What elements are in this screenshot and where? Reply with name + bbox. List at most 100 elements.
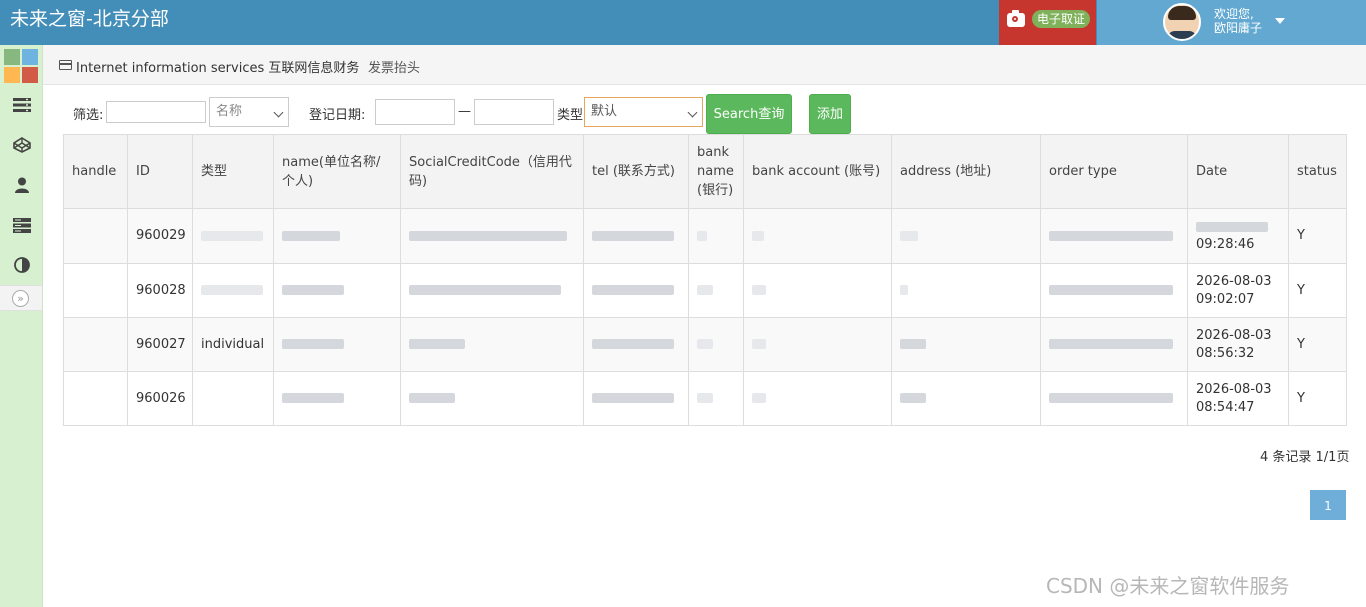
- type-select[interactable]: 默认: [584, 97, 703, 127]
- double-chevron-right-icon: »: [12, 290, 29, 307]
- tel-cell: [583, 317, 689, 372]
- user-greeting: 欢迎您, 欧阳庸子: [1214, 7, 1262, 35]
- sidebar-collapse-toggle[interactable]: »: [0, 285, 42, 311]
- column-header[interactable]: address (地址): [891, 134, 1041, 209]
- handle-cell[interactable]: [63, 263, 128, 318]
- bank-account-cell: [743, 208, 892, 264]
- greeting-text: 欢迎您,: [1214, 7, 1254, 21]
- date-cell: 2026-08-03 08:56:32: [1187, 317, 1289, 372]
- keyword-input[interactable]: [106, 101, 206, 123]
- breadcrumb-root[interactable]: Internet information services 互联网信息财务: [76, 57, 359, 76]
- sidebar-item-storage[interactable]: [0, 205, 43, 245]
- sidebar-item-contrast[interactable]: [0, 245, 43, 285]
- bank-name-cell: [688, 317, 744, 372]
- credit-code-cell: [400, 208, 584, 264]
- user-icon: [15, 177, 29, 193]
- table-row[interactable]: 960026 2026-08-03 08:54:47 Y: [63, 371, 1347, 426]
- search-button[interactable]: Search查询: [706, 94, 792, 134]
- credit-code-cell: [400, 371, 584, 426]
- evidence-button[interactable]: 电子取证: [999, 0, 1096, 45]
- chevron-down-icon: [273, 107, 284, 118]
- address-cell: [891, 317, 1041, 372]
- chevron-right-icon: ›: [353, 57, 359, 72]
- order-type-cell: [1040, 263, 1188, 318]
- evidence-badge: 电子取证: [1032, 10, 1091, 28]
- date-cell: 2026-08-03 09:02:07: [1187, 263, 1289, 318]
- table-header-row: handle ID 类型 name(单位名称/个人) SocialCreditC…: [63, 134, 1347, 209]
- user-name: 欧阳庸子: [1214, 21, 1263, 35]
- date-label: 登记日期:: [309, 108, 366, 123]
- column-header[interactable]: ID: [127, 134, 193, 209]
- column-header[interactable]: handle: [63, 134, 128, 209]
- address-cell: [891, 208, 1041, 264]
- sidebar: »: [0, 45, 43, 607]
- camera-icon: [1007, 10, 1025, 27]
- chevron-down-icon: [687, 107, 698, 118]
- invoice-title-table: handle ID 类型 name(单位名称/个人) SocialCreditC…: [63, 134, 1347, 426]
- status-cell: Y: [1288, 371, 1347, 426]
- name-cell: [273, 371, 401, 426]
- date-to-input[interactable]: [474, 99, 554, 125]
- table-row[interactable]: 960027 individual 2026-08-03 08:56:32 Y: [63, 317, 1347, 372]
- tel-cell: [583, 371, 689, 426]
- type-select-value: 默认: [591, 104, 618, 119]
- date-cell: 09:28:46: [1187, 208, 1289, 264]
- grid-logo-icon[interactable]: [4, 49, 38, 83]
- order-type-cell: [1040, 208, 1188, 264]
- credit-code-cell: [400, 263, 584, 318]
- filter-label: 筛选:: [73, 108, 104, 123]
- user-menu[interactable]: 欢迎您, 欧阳庸子: [1097, 0, 1366, 45]
- id-cell: 960026: [127, 371, 193, 426]
- date-cell: 2026-08-03 08:54:47: [1187, 371, 1289, 426]
- address-cell: [891, 371, 1041, 426]
- column-header[interactable]: SocialCreditCode（信用代码): [400, 134, 584, 209]
- name-cell: [273, 263, 401, 318]
- contrast-icon: [14, 257, 30, 273]
- date-from-input[interactable]: [375, 99, 455, 125]
- order-type-cell: [1040, 317, 1188, 372]
- type-cell: [192, 371, 274, 426]
- column-header[interactable]: Date: [1187, 134, 1289, 209]
- column-header[interactable]: bank account (账号): [743, 134, 892, 209]
- type-label: 类型: [557, 108, 584, 123]
- field-select-value: 名称: [216, 104, 243, 119]
- tel-cell: [583, 208, 689, 264]
- column-header[interactable]: 类型: [192, 134, 274, 209]
- order-type-cell: [1040, 371, 1188, 426]
- add-button[interactable]: 添加: [809, 94, 851, 134]
- credit-card-icon: [59, 60, 72, 70]
- column-header[interactable]: order type: [1040, 134, 1188, 209]
- address-cell: [891, 263, 1041, 318]
- handle-cell[interactable]: [63, 208, 128, 264]
- table-row[interactable]: 960028 2026-08-03 09:02:07 Y: [63, 263, 1347, 318]
- list-icon: [13, 98, 31, 112]
- watermark: CSDN @未来之窗软件服务: [1046, 574, 1290, 598]
- field-select[interactable]: 名称: [209, 97, 289, 127]
- storage-icon: [13, 218, 31, 233]
- status-cell: Y: [1288, 263, 1347, 318]
- date-separator: —: [458, 104, 471, 119]
- top-navbar: 未来之窗-北京分部 电子取证 欢迎您, 欧阳庸子: [0, 0, 1366, 45]
- sidebar-item-codepen[interactable]: [0, 125, 43, 165]
- handle-cell[interactable]: [63, 371, 128, 426]
- breadcrumb-current: 发票抬头: [368, 61, 421, 76]
- status-cell: Y: [1288, 208, 1347, 264]
- tel-cell: [583, 263, 689, 318]
- table-row[interactable]: 960029 09:28:46 Y: [63, 208, 1347, 264]
- status-cell: Y: [1288, 317, 1347, 372]
- handle-cell[interactable]: [63, 317, 128, 372]
- page-button-1[interactable]: 1: [1310, 490, 1346, 520]
- app-title[interactable]: 未来之窗-北京分部: [10, 6, 169, 32]
- record-summary: 4 条记录 1/1页: [1260, 450, 1350, 465]
- bank-account-cell: [743, 263, 892, 318]
- column-header[interactable]: name(单位名称/个人): [273, 134, 401, 209]
- sidebar-item-user[interactable]: [0, 165, 43, 205]
- bank-account-cell: [743, 371, 892, 426]
- sidebar-item-list[interactable]: [0, 85, 43, 125]
- column-header[interactable]: status: [1288, 134, 1347, 209]
- name-cell: [273, 208, 401, 264]
- column-header[interactable]: tel (联系方式): [583, 134, 689, 209]
- type-cell: individual: [192, 317, 274, 372]
- bank-name-cell: [688, 263, 744, 318]
- column-header[interactable]: bank name (银行): [688, 134, 744, 209]
